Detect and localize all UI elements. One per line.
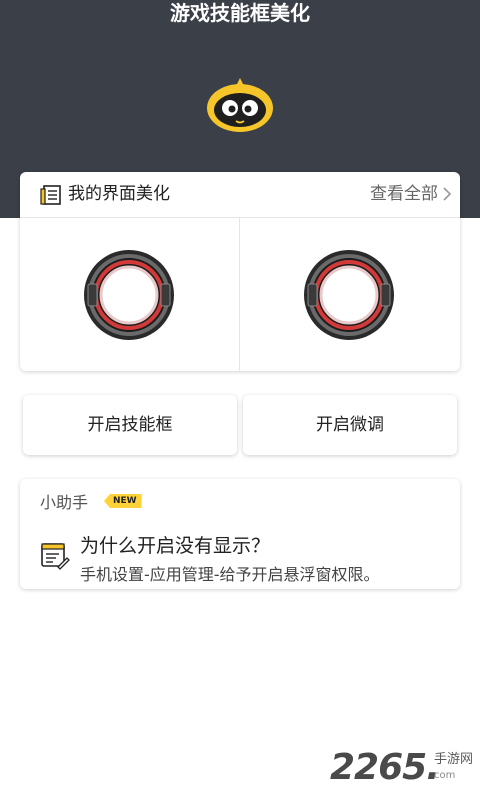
fine-tune-button[interactable]: 开启微调 [243, 395, 457, 455]
theme-section-title: 我的界面美化 [68, 184, 170, 204]
page-title: 游戏技能框美化 [170, 1, 310, 25]
theme-card-header[interactable]: 我的界面美化 查看全部 [20, 172, 460, 218]
theme-item[interactable] [240, 218, 459, 371]
skill-ring-icon [304, 250, 394, 340]
chevron-right-icon [443, 187, 452, 201]
watermark-site: 手游网 [434, 752, 474, 767]
watermark-domain: com [434, 770, 456, 781]
enable-skill-frame-button[interactable]: 开启技能框 [23, 395, 237, 455]
mascot-logo-icon [207, 78, 273, 132]
helper-question: 为什么开启没有显示？ [80, 535, 271, 557]
skill-ring-icon [84, 250, 174, 340]
helper-title: 小助手 [40, 493, 89, 512]
new-badge: NEW [104, 494, 142, 508]
book-icon [40, 185, 61, 205]
helper-card[interactable]: 小助手 NEW 为什么开启没有显示？ 手机设置-应用管理-给予开启悬浮窗权限。 [20, 479, 460, 589]
theme-item[interactable] [20, 218, 240, 371]
watermark-logo: 2265. 手游网 com [330, 746, 480, 790]
note-icon [41, 543, 70, 570]
helper-answer: 手机设置-应用管理-给予开启悬浮窗权限。 [80, 565, 380, 584]
watermark-number: 2265. [330, 747, 440, 788]
view-all-link[interactable]: 查看全部 [370, 172, 438, 217]
theme-card: 我的界面美化 查看全部 [20, 172, 460, 371]
